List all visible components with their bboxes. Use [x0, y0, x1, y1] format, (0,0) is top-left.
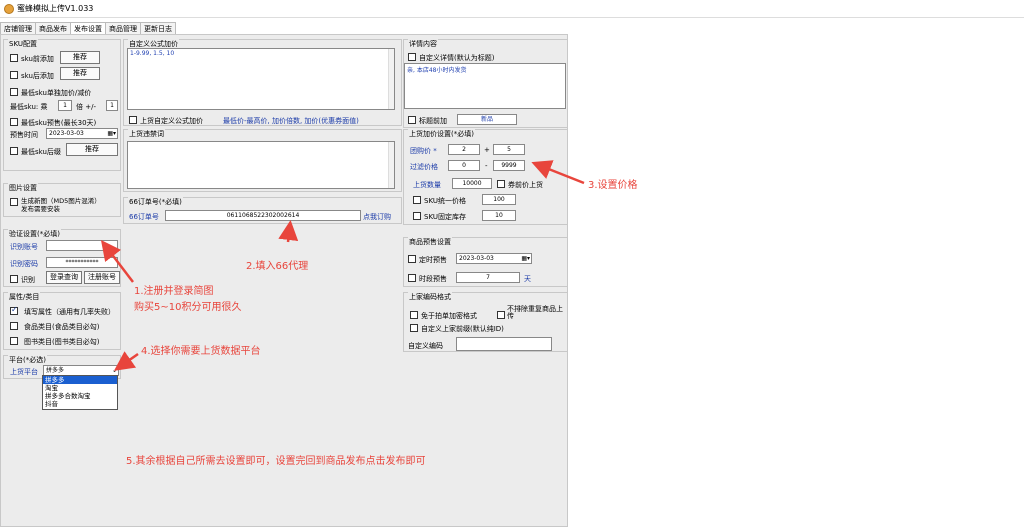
arrow-4 [113, 351, 139, 371]
annotation-5: 5.其余根据自己所需去设置即可，设置完回到商品发布点击发布即可 [126, 456, 426, 467]
annotation-2: 2.填入66代理 [246, 261, 309, 272]
annotation-1-line2: 购买5~10积分可用很久 [134, 302, 242, 313]
arrow-3 [531, 160, 585, 185]
arrow-1 [100, 240, 134, 283]
annotation-3: 3.设置价格 [588, 180, 638, 191]
arrow-2 [278, 220, 299, 243]
annotation-4: 4.选择你需要上货数据平台 [141, 346, 261, 357]
annotation-arrows [100, 160, 585, 371]
annotation-1-line1: 1.注册并登录简图 [134, 286, 214, 297]
